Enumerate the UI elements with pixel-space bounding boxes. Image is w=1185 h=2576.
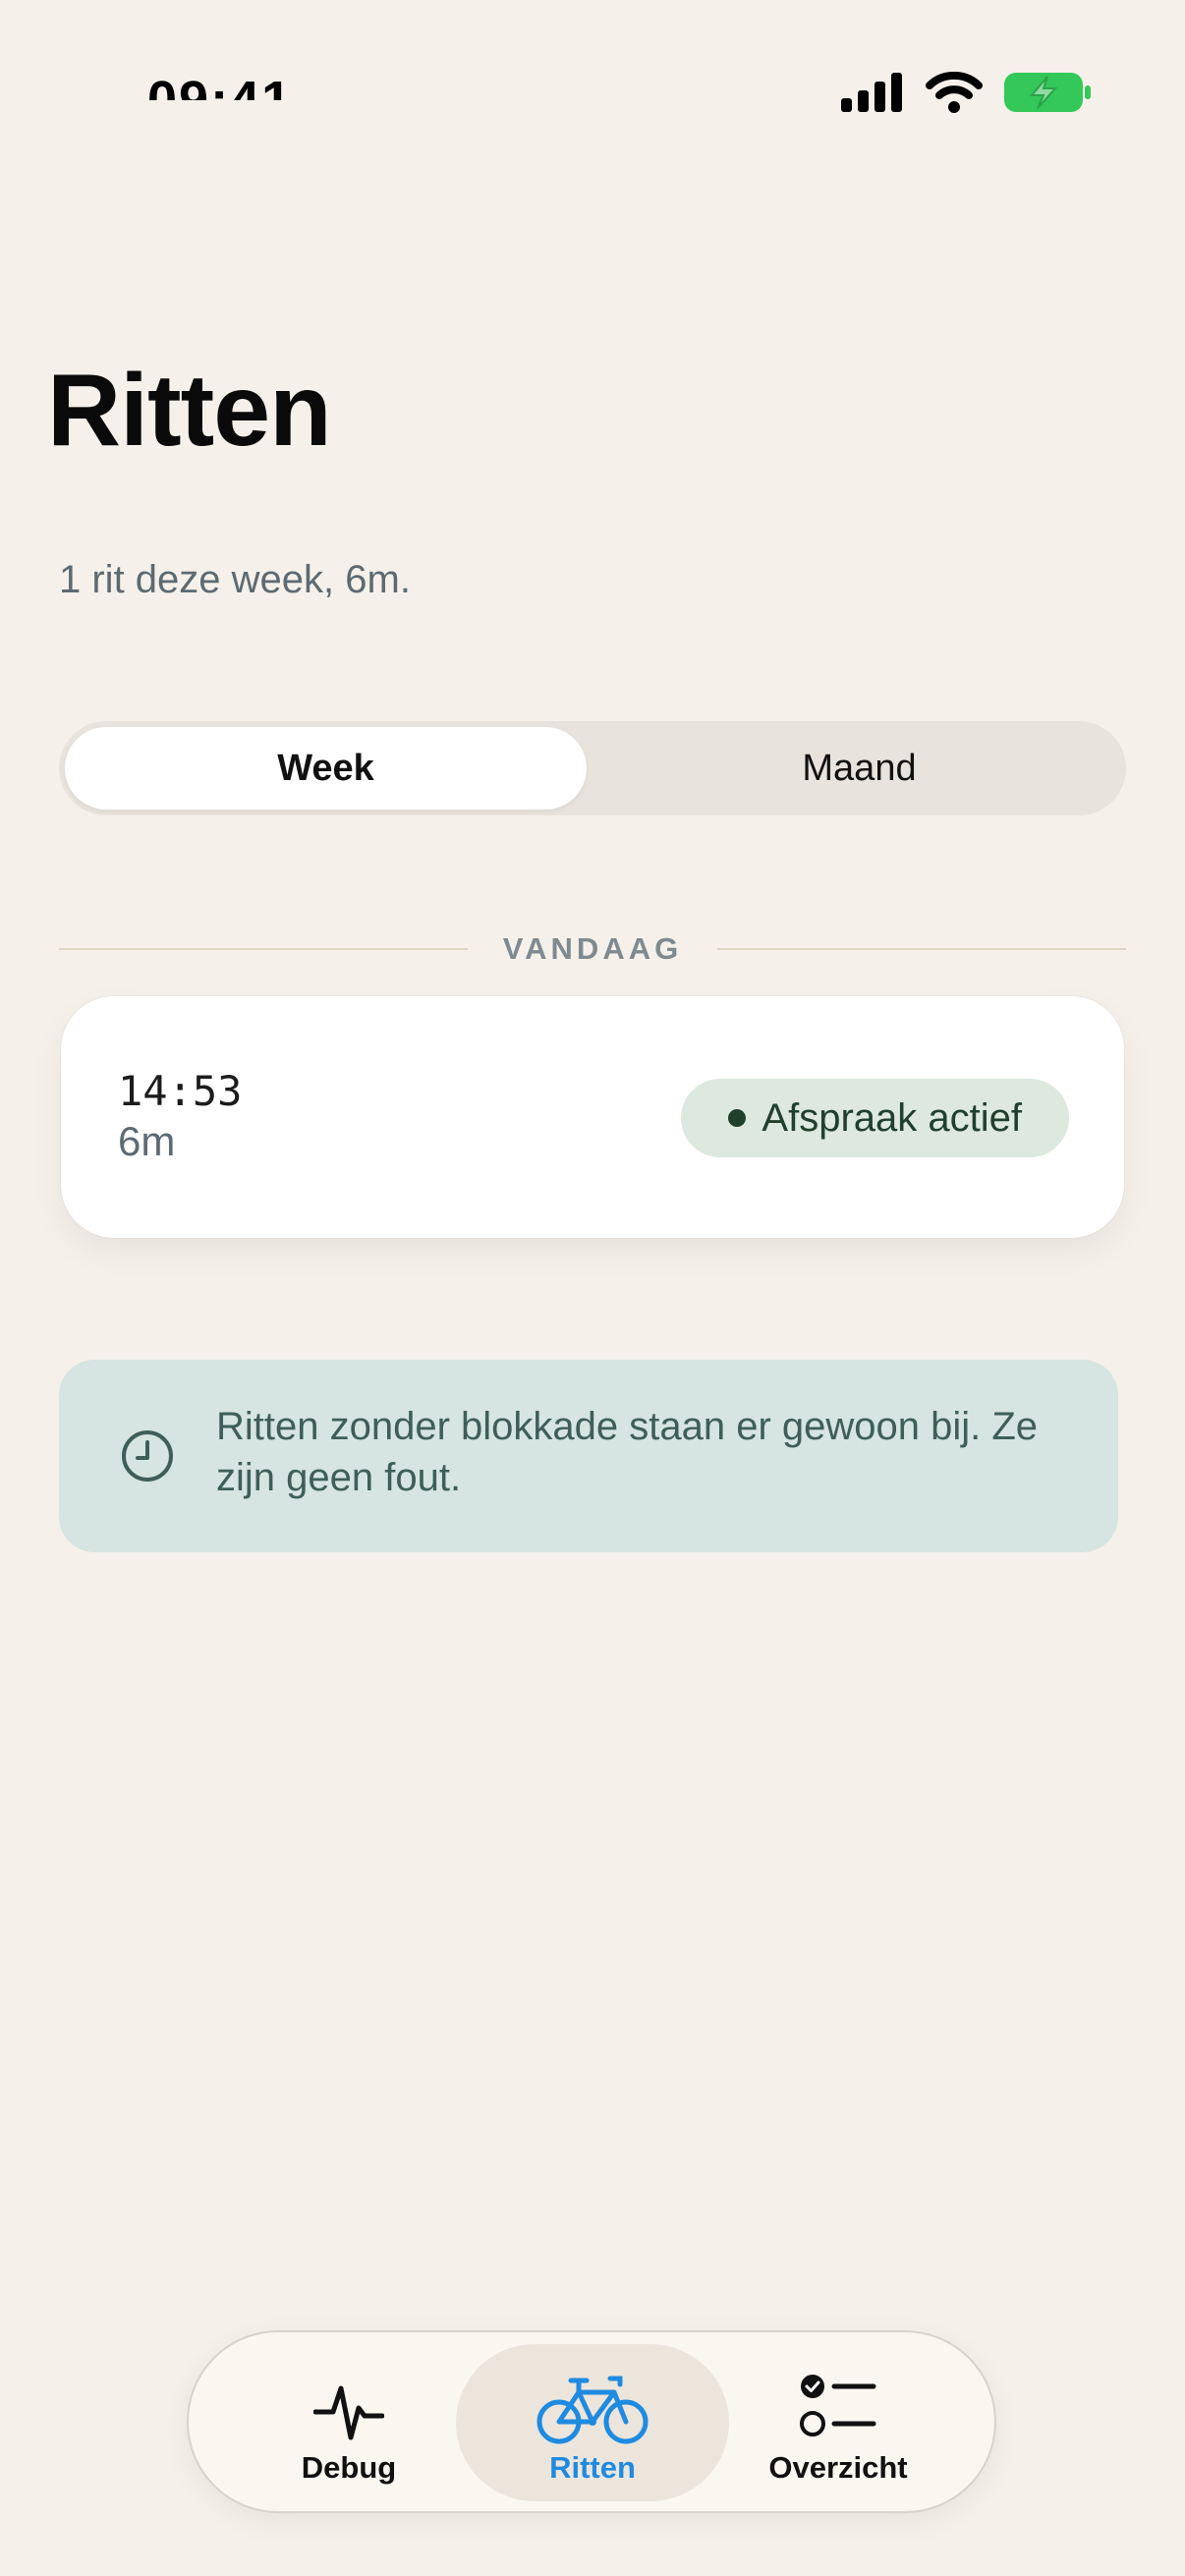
info-banner: Ritten zonder blokkade staan er gewoon b… [59,1360,1118,1552]
tab-bar: Debug Ritten Overzicht [187,2330,996,2513]
status-badge-label: Afspraak actief [762,1095,1022,1140]
tab-ritten[interactable]: Ritten [456,2344,729,2501]
battery-charging-icon [1004,73,1091,112]
tab-ritten-label: Ritten [549,2450,636,2485]
activity-icon [313,2370,384,2446]
bicycle-icon [536,2370,649,2446]
wifi-icon [926,72,983,113]
section-label: VANDAAG [502,931,683,966]
clock-icon [122,1430,173,1482]
info-text: Ritten zonder blokkade staan er gewoon b… [216,1405,1039,1499]
divider-right [717,948,1126,950]
status-dot-icon [728,1109,747,1127]
tab-debug[interactable]: Debug [212,2344,485,2501]
ride-duration: 6m [118,1118,176,1164]
divider-left [59,948,468,950]
checklist-icon [799,2370,877,2446]
page-title: Ritten [47,354,332,468]
status-time: 09:41 [147,71,294,100]
status-badge: Afspraak actief [681,1079,1069,1157]
tab-overzicht-label: Overzicht [768,2450,908,2485]
segment-week[interactable]: Week [65,727,587,810]
period-segmented-control: Week Maand [59,721,1126,815]
cellular-signal-icon [841,73,902,112]
status-icons [841,71,1091,114]
ride-card[interactable]: 14:53 6m Afspraak actief [61,996,1124,1238]
tab-overzicht[interactable]: Overzicht [702,2344,975,2501]
ride-time: 14:53 [118,1067,243,1115]
tab-debug-label: Debug [301,2450,397,2485]
ride-summary: 1 rit deze week, 6m. [59,558,411,601]
segment-maand[interactable]: Maand [598,727,1120,810]
section-header-today: VANDAAG [59,929,1126,969]
